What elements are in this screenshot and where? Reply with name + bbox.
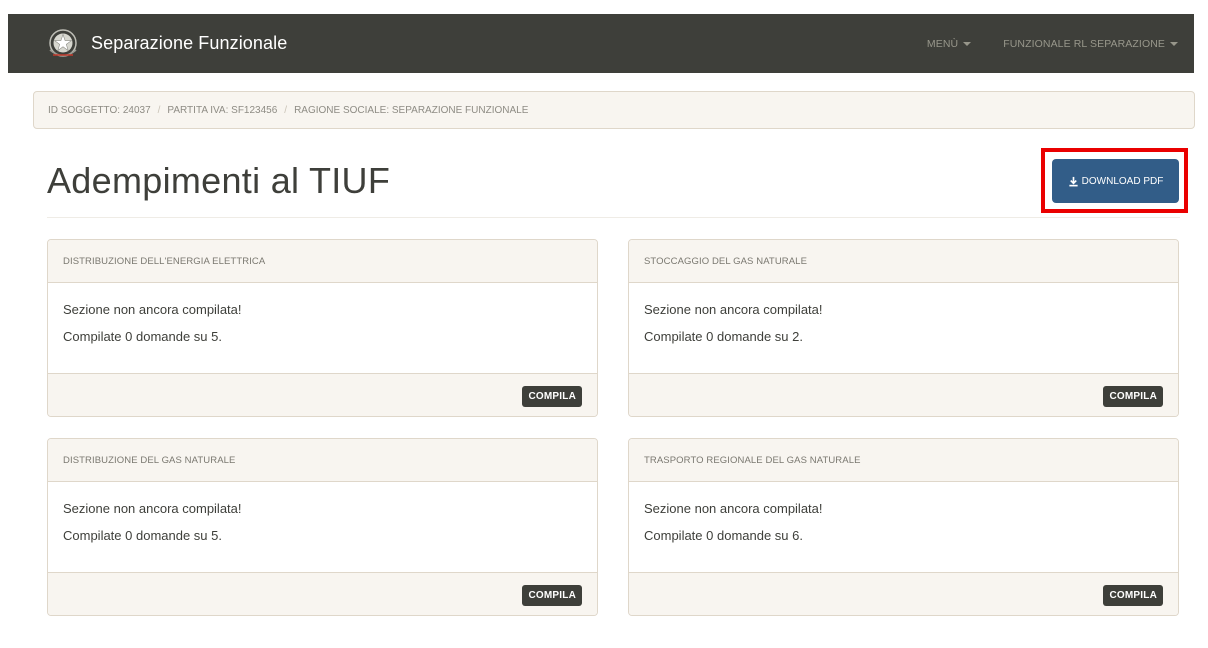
download-icon [1069, 176, 1078, 186]
section-card-body: Sezione non ancora compilata! Compilate … [48, 482, 597, 572]
section-status-text: Sezione non ancora compilata! [644, 501, 823, 516]
section-card-header: Trasporto regionale del gas naturale [629, 439, 1178, 482]
section-card-body: Sezione non ancora compilata! Compilate … [629, 482, 1178, 572]
menu-dropdown[interactable]: Menù [926, 37, 972, 50]
user-dropdown-label: Funzionale RL Separazione [1003, 37, 1165, 50]
title-divider [47, 217, 1180, 218]
section-card-footer: Compila [629, 572, 1178, 615]
section-progress-text: Compilate 0 domande su 6. [644, 528, 803, 543]
page-title: Adempimenti al TIUF [47, 160, 391, 201]
compila-button[interactable]: Compila [522, 584, 582, 606]
breadcrumb: ID SOGGETTO: 24037 / PARTITA IVA: SF1234… [33, 91, 1195, 129]
section-card-footer: Compila [48, 572, 597, 615]
section-status-text: Sezione non ancora compilata! [63, 302, 242, 317]
breadcrumb-separator: / [284, 104, 288, 116]
section-progress-text: Compilate 0 domande su 2. [644, 329, 803, 344]
download-pdf-label: Download PDF [1081, 175, 1164, 187]
section-card-title: Distribuzione del gas naturale [63, 454, 236, 466]
section-progress-text: Compilate 0 domande su 5. [63, 329, 222, 344]
section-card-header: Distribuzione del gas naturale [48, 439, 597, 482]
section-progress-text: Compilate 0 domande su 5. [63, 528, 222, 543]
section-card-body: Sezione non ancora compilata! Compilate … [629, 283, 1178, 373]
caret-down-icon [1170, 41, 1178, 46]
breadcrumb-item-id-soggetto: ID SOGGETTO: 24037 [48, 104, 151, 116]
section-card-title: Trasporto regionale del gas naturale [644, 454, 861, 466]
breadcrumb-item-ragione-sociale: RAGIONE SOCIALE: SEPARAZIONE FUNZIONALE [294, 104, 529, 116]
section-card-title: Distribuzione dell'energia elettrica [63, 255, 266, 267]
user-dropdown[interactable]: Funzionale RL Separazione [1003, 38, 1178, 50]
section-card-header: Distribuzione dell'energia elettrica [48, 240, 597, 283]
section-card-trasporto-regionale-gas-naturale: Trasporto regionale del gas naturale Sez… [628, 438, 1179, 616]
breadcrumb-separator: / [157, 104, 161, 116]
section-status-text: Sezione non ancora compilata! [644, 302, 823, 317]
caret-down-icon [963, 41, 972, 46]
emblem-icon [49, 28, 77, 57]
section-card-distribuzione-energia-elettrica: Distribuzione dell'energia elettrica Sez… [47, 239, 598, 417]
section-card-distribuzione-gas-naturale: Distribuzione del gas naturale Sezione n… [47, 438, 598, 616]
breadcrumb-item-partita-iva: PARTITA IVA: SF123456 [167, 104, 278, 116]
section-card-title: Stoccaggio del gas naturale [644, 255, 808, 267]
brand-link[interactable]: Separazione Funzionale [8, 14, 287, 73]
compila-button[interactable]: Compila [1103, 385, 1163, 407]
compila-button[interactable]: Compila [522, 385, 582, 407]
compila-button[interactable]: Compila [1103, 584, 1163, 606]
navbar-menu: Menù Funzionale RL Separazione [895, 14, 1194, 73]
section-card-header: Stoccaggio del gas naturale [629, 240, 1178, 283]
menu-dropdown-label: Menù [926, 37, 959, 50]
top-navbar: Separazione Funzionale Menù Funzionale R… [8, 14, 1194, 73]
section-card-footer: Compila [629, 373, 1178, 416]
section-card-footer: Compila [48, 373, 597, 416]
brand-title: Separazione Funzionale [91, 33, 288, 53]
section-card-body: Sezione non ancora compilata! Compilate … [48, 283, 597, 373]
section-status-text: Sezione non ancora compilata! [63, 501, 242, 516]
section-card-stoccaggio-gas-naturale: Stoccaggio del gas naturale Sezione non … [628, 239, 1179, 417]
download-pdf-button[interactable]: Download PDF [1052, 159, 1179, 203]
